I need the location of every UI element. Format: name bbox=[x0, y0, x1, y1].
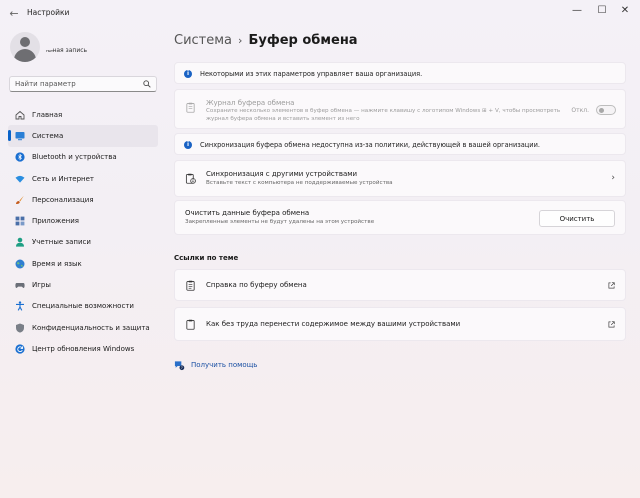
sidebar-item-gaming[interactable]: Игры bbox=[8, 274, 158, 295]
help-chat-icon: ? bbox=[174, 360, 185, 370]
brush-icon bbox=[15, 195, 25, 205]
notice-text: Синхронизация буфера обмена недоступна и… bbox=[200, 141, 540, 149]
back-button[interactable]: ← bbox=[6, 6, 22, 22]
sidebar-item-accounts[interactable]: Учетные записи bbox=[8, 232, 158, 253]
clear-clipboard-card: Очистить данные буфера обмена Закрепленн… bbox=[174, 200, 626, 235]
breadcrumb: Система › Буфер обмена bbox=[174, 33, 358, 48]
clipboard-history-toggle[interactable] bbox=[596, 105, 616, 115]
clear-clipboard-description: Закрепленные элементы не будут удалены н… bbox=[185, 219, 375, 225]
notice-text: Некоторыми из этих параметров управляет … bbox=[200, 70, 423, 78]
clipboard-history-description: Сохраните несколько элементов в буфер об… bbox=[206, 108, 561, 122]
system-icon bbox=[15, 131, 25, 141]
breadcrumb-separator: › bbox=[238, 34, 243, 47]
sync-devices-description: Вставьте текст с компьютера не поддержив… bbox=[206, 180, 393, 186]
sidebar-item-windows-update[interactable]: Центр обновления Windows bbox=[8, 338, 158, 359]
sidebar-item-label: Приложения bbox=[32, 217, 79, 226]
sidebar-item-bluetooth[interactable]: Bluetooth и устройства bbox=[8, 147, 158, 168]
sidebar-item-label: Персонализация bbox=[32, 195, 94, 204]
shield-icon bbox=[15, 323, 25, 333]
svg-text:?: ? bbox=[181, 365, 183, 369]
related-link-transfer-content[interactable]: Как без труда перенести содержимое между… bbox=[174, 307, 626, 341]
sidebar-item-label: Специальные возможности bbox=[32, 302, 134, 311]
info-icon: i bbox=[184, 141, 192, 149]
clipboard-history-card: Журнал буфера обмена Сохраните несколько… bbox=[174, 89, 626, 129]
sidebar-item-system[interactable]: Система bbox=[8, 125, 158, 147]
sidebar-item-network[interactable]: Сеть и Интернет bbox=[8, 168, 158, 189]
search-input[interactable] bbox=[15, 78, 133, 90]
sync-unavailable-notice: i Синхронизация буфера обмена недоступна… bbox=[174, 133, 626, 155]
gamepad-icon bbox=[15, 280, 25, 290]
accessibility-icon bbox=[15, 301, 25, 311]
sidebar-item-label: Время и язык bbox=[32, 259, 82, 268]
related-link-clipboard-help[interactable]: Справка по буферу обмена bbox=[174, 269, 626, 301]
related-links-heading: Ссылки по теме bbox=[174, 254, 239, 262]
app-title: Настройки bbox=[27, 8, 70, 17]
clipboard-help-icon bbox=[186, 280, 195, 291]
sidebar-item-accessibility[interactable]: Специальные возможности bbox=[8, 296, 158, 317]
external-link-icon bbox=[608, 321, 615, 328]
maximize-button[interactable]: ☐ bbox=[592, 4, 612, 18]
settings-window: ← Настройки — ☐ ✕ ᵣᵤₑная запись Главная bbox=[0, 0, 640, 498]
related-link-label: Как без труда перенести содержимое между… bbox=[206, 320, 461, 328]
clipboard-sync-icon bbox=[185, 173, 196, 184]
sidebar-item-label: Учетные записи bbox=[32, 238, 91, 247]
wifi-icon bbox=[15, 174, 25, 184]
apps-icon bbox=[15, 216, 25, 226]
org-managed-notice: i Некоторыми из этих параметров управляе… bbox=[174, 62, 626, 84]
clear-button[interactable]: Очистить bbox=[539, 210, 615, 227]
sidebar-item-label: Игры bbox=[32, 281, 51, 290]
clipboard-history-icon bbox=[186, 102, 195, 113]
sidebar-item-label: Конфиденциальность и защита bbox=[32, 323, 150, 332]
account-name-suffix: ная запись bbox=[52, 47, 88, 54]
get-help-link[interactable]: ? Получить помощь bbox=[174, 359, 257, 371]
sidebar-item-time-language[interactable]: Время и язык bbox=[8, 253, 158, 274]
related-link-label: Справка по буферу обмена bbox=[206, 281, 307, 289]
avatar[interactable] bbox=[10, 32, 40, 62]
get-help-label: Получить помощь bbox=[191, 361, 258, 369]
search-icon[interactable] bbox=[143, 80, 151, 88]
sidebar-nav: Главная Система Bluetooth и устройства С… bbox=[8, 104, 158, 360]
clear-clipboard-title: Очистить данные буфера обмена bbox=[185, 209, 310, 217]
title-bar: ← Настройки — ☐ ✕ bbox=[0, 0, 640, 30]
sidebar-item-label: Главная bbox=[32, 110, 63, 119]
home-icon bbox=[15, 110, 25, 120]
sync-devices-card[interactable]: Синхронизация с другими устройствами Вст… bbox=[174, 160, 626, 197]
bluetooth-icon bbox=[15, 152, 25, 162]
person-icon bbox=[15, 237, 25, 248]
sidebar-item-personalization[interactable]: Персонализация bbox=[8, 189, 158, 210]
clipboard-transfer-icon bbox=[186, 319, 195, 330]
account-name: ᵣᵤₑная запись bbox=[46, 46, 87, 54]
close-button[interactable]: ✕ bbox=[615, 4, 635, 18]
globe-icon bbox=[15, 259, 25, 269]
chevron-right-icon: › bbox=[611, 173, 615, 183]
sidebar-item-label: Bluetooth и устройства bbox=[32, 153, 117, 162]
search-box[interactable] bbox=[9, 76, 157, 92]
sidebar-item-home[interactable]: Главная bbox=[8, 104, 158, 125]
sidebar-item-label: Сеть и Интернет bbox=[32, 174, 94, 183]
sidebar-item-apps[interactable]: Приложения bbox=[8, 210, 158, 231]
minimize-button[interactable]: — bbox=[567, 4, 587, 18]
clipboard-history-toggle-label: Откл. bbox=[571, 107, 589, 114]
sync-devices-title: Синхронизация с другими устройствами bbox=[206, 170, 358, 178]
sidebar-item-label: Центр обновления Windows bbox=[32, 344, 135, 353]
sidebar-item-privacy[interactable]: Конфиденциальность и защита bbox=[8, 317, 158, 338]
info-icon: i bbox=[184, 70, 192, 78]
clipboard-history-title: Журнал буфера обмена bbox=[206, 99, 295, 107]
external-link-icon bbox=[608, 282, 615, 289]
page-title: Буфер обмена bbox=[248, 33, 358, 48]
sidebar-item-label: Система bbox=[32, 131, 64, 140]
update-icon bbox=[15, 344, 25, 354]
breadcrumb-parent[interactable]: Система bbox=[174, 33, 232, 48]
